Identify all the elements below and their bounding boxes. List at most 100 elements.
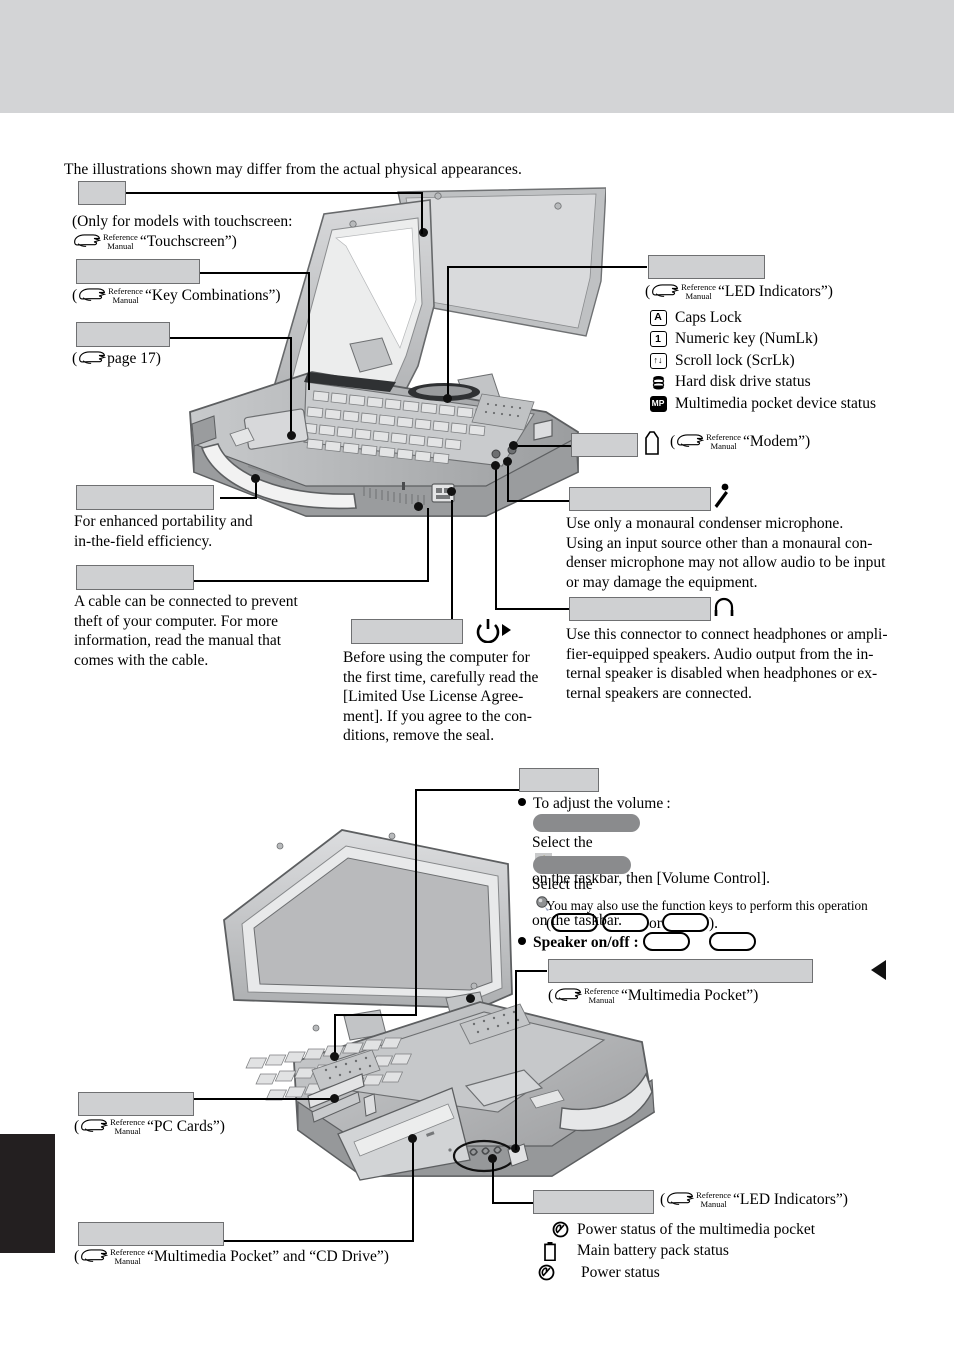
handle-note: For enhanced portability and in-the-fiel… [74,512,253,551]
led-label: Scroll lock (ScrLk) [675,351,795,369]
leader-headphone [497,608,569,610]
battery-icon [544,1241,556,1261]
label-led-indicators-redacted [648,255,765,279]
power-body-line3: [Limited Use License Agree- [343,688,524,706]
touchscreen-ref-target: “Touchscreen”) [139,232,237,250]
leader-speaker-h2 [415,789,523,791]
callout-dot-mic [503,457,512,466]
section-marker-triangle-icon [871,960,886,980]
page-edge-tab [0,1134,55,1253]
volume-heading: To adjust the volume : [518,794,671,814]
label-handle-redacted [76,485,214,510]
label-touchpad-redacted [76,322,170,347]
reference-manual-text: Reference Manual [584,987,619,1004]
pointing-hand-icon [677,434,705,447]
list-item: Main battery pack status [540,1241,815,1261]
list-item: Hard disk drive status [648,373,876,391]
leader-led [447,266,647,268]
pointing-hand-icon [79,351,107,364]
reference-line2: Manual [710,441,737,451]
os-label-1-redacted [533,814,640,832]
leader-keyboard-v [308,272,310,390]
callout-dot-mmp-bottom [408,1134,417,1143]
function-key-3[interactable] [661,913,709,932]
reference-line2: Manual [114,1126,141,1136]
leader-touchscreen-v [421,192,423,234]
callout-dot-led [443,394,452,403]
reference-manual-icon-mmp-bottom: Reference Manual [79,1248,147,1265]
pointing-hand-icon [667,1192,695,1205]
hard-disk-icon [648,374,668,391]
security-note: A cable can be connected to prevent thef… [74,592,298,670]
reference-manual-text: Reference Manual [706,433,741,450]
callout-dot-power [447,487,456,496]
leader-touchpad [168,337,292,339]
power-note: Before using the computer for the first … [343,648,559,746]
leader-mic-v [507,462,509,502]
leader-mic [509,500,569,502]
reference-manual-icon-modem: Reference Manual [675,433,743,450]
mmp-bottom-ref-target: “Multimedia Pocket” and “CD Drive”) [147,1248,389,1265]
led-ref-target: “LED Indicators”) [718,283,833,300]
callout-dot-touchpad [287,431,296,440]
led-label: Numeric key (NumLk) [675,330,818,347]
multimedia-pocket-bottom-note: ( Reference Manual “Multimedia Pocket” a… [74,1247,389,1267]
led-indicator-list-top: A Caps Lock 1 Numeric key (NumLk) ↑↓ Scr… [648,305,876,413]
touchscreen-note: (Only for models with touchscreen: Refer… [72,212,372,251]
led-label: Hard disk drive status [675,373,811,390]
list-item: A Caps Lock [648,309,876,327]
mmp-top-ref-target: “Multimedia Pocket”) [621,987,759,1004]
callout-dot-headphone [491,461,500,470]
hp-body-line2: fier-equipped speakers. Audio output fro… [566,645,874,663]
reference-line2: Manual [112,295,139,305]
function-keys-note: You may also use the function keys to pe… [546,897,868,914]
label-power-redacted [351,619,463,644]
mic-body-line1: Use only a monaural condenser microphone… [566,515,844,532]
speaker-key-1[interactable] [642,932,690,951]
leader-led-v [447,268,449,400]
fnkeys-note-text: You may also use the function keys to pe… [546,898,868,913]
leader-handle [220,497,257,499]
handle-body-line1: For enhanced portability and [74,513,253,530]
leader-mmp-bottom-v [412,1140,414,1242]
leader-speaker-v [415,789,417,1015]
list-item: Power status of the multimedia pocket [550,1221,815,1239]
speaker-onoff-label: Speaker on/off : [533,934,639,951]
speaker-key-2[interactable] [709,932,757,951]
leader-modem [513,445,571,447]
bullet-icon [518,798,526,806]
intro-text: The illustrations shown may differ from … [64,161,522,178]
function-key-1[interactable] [551,913,599,932]
touchpad-note: ( page 17) [72,349,161,369]
fnkeys-or: or [649,915,662,932]
led-label: Power status [581,1263,660,1281]
power-body-line1: Before using the computer for [343,649,530,666]
label-touchscreen-redacted [78,181,126,205]
function-key-2[interactable] [602,913,650,932]
modem-ref-target: “Modem”) [743,433,811,450]
power-body-line2: the first time, carefully read the [343,668,539,686]
hp-body-line4: ternal speakers are connected. [566,684,752,702]
power-symbol-icon [476,619,511,643]
modem-jack-icon [645,431,659,455]
battery-status-icon [540,1241,560,1261]
headphone-note: Use this connector to connect headphones… [566,625,906,703]
callout-dot-handle [251,474,260,483]
pointing-hand-icon [81,1249,109,1262]
leader-keyboard [200,272,310,274]
security-body-line1: A cable can be connected to prevent [74,593,298,610]
list-item: Power status [536,1264,815,1282]
modem-note: ( Reference Manual “Modem”) [670,432,810,452]
label-microphone-redacted [569,487,711,511]
leader-security-v [427,508,429,582]
reference-manual-text: Reference Manual [108,287,143,304]
pc-card-note: ( Reference Manual “PC Cards”) [74,1117,225,1137]
multimedia-pocket-power-icon [550,1221,570,1238]
callout-dot-speaker-left [330,1052,339,1061]
volume-line-2-text: Select the [532,876,593,893]
reference-manual-icon-mmp-top: Reference Manual [553,987,621,1004]
security-body-line3: information, read the manual that [74,632,282,650]
handle-body-line2: in-the-field efficiency. [74,532,213,550]
leader-mmp-bottom [224,1240,414,1242]
reference-manual-text: Reference Manual [103,233,138,250]
